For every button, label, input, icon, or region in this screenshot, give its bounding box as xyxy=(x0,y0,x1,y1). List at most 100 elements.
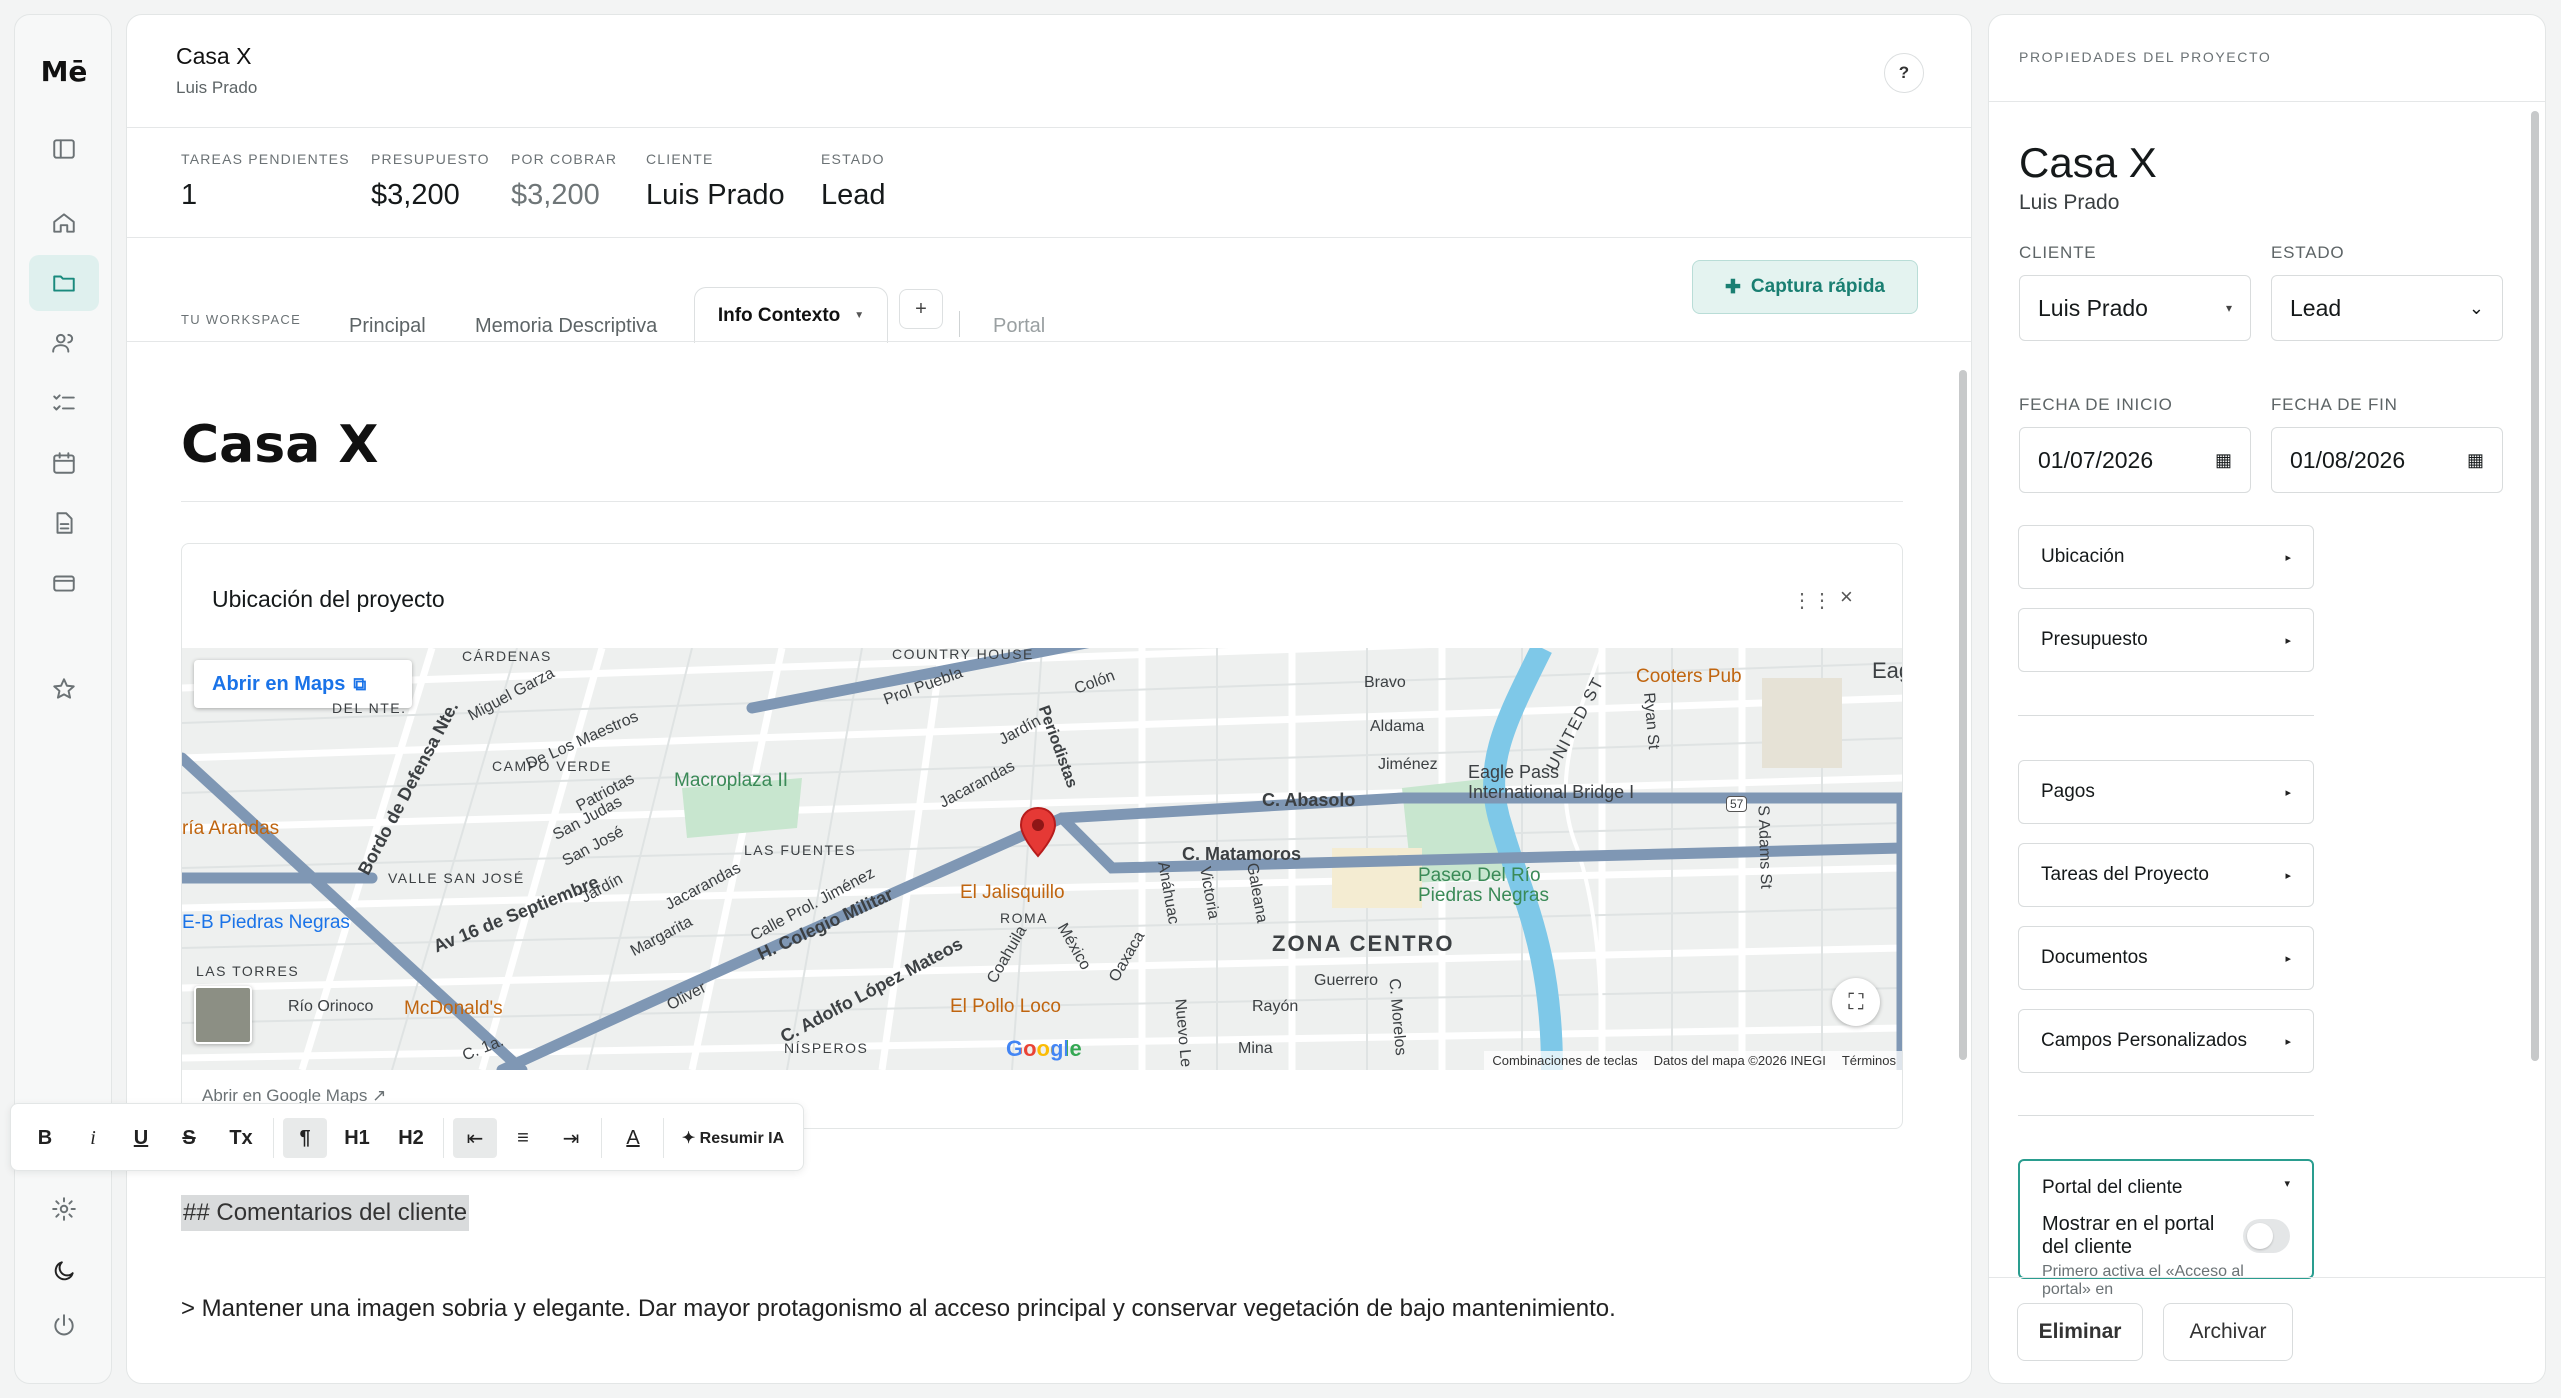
terms-link[interactable]: Términos xyxy=(1842,1053,1896,1068)
document-title[interactable]: Casa X xyxy=(181,415,379,475)
section-campos[interactable]: Campos Personalizados ▸ xyxy=(2018,1009,2314,1073)
tab-portal[interactable]: Portal xyxy=(993,315,1045,338)
card-title: Ubicación del proyecto xyxy=(212,586,445,612)
map-label: DEL NTE. xyxy=(332,700,407,716)
delete-button[interactable]: Eliminar xyxy=(2017,1303,2143,1361)
status-select[interactable]: Lead ⌄ xyxy=(2271,275,2503,341)
drag-handle-icon[interactable]: ⋮⋮ xyxy=(1792,588,1832,613)
text-color-button[interactable]: A xyxy=(611,1118,655,1158)
divider xyxy=(127,127,1971,128)
end-date-input[interactable]: 01/08/2026 ▦ xyxy=(2271,427,2503,493)
strikethrough-button[interactable]: S xyxy=(169,1118,209,1158)
google-logo: Google xyxy=(1006,1036,1082,1061)
help-button[interactable]: ? xyxy=(1884,53,1924,93)
section-pagos[interactable]: Pagos ▸ xyxy=(2018,760,2314,824)
map[interactable]: Abrir en Maps ⧉ CÁRDENAS DEL NTE. COUNTR… xyxy=(182,648,1902,1070)
location-pin-icon[interactable] xyxy=(1018,806,1058,858)
caret-down-icon: ▾ xyxy=(2225,301,2232,315)
scrollbar[interactable] xyxy=(2531,111,2539,1061)
calendar-icon[interactable] xyxy=(29,435,99,491)
project-title: Casa X xyxy=(176,43,252,69)
sidebar-toggle-icon[interactable] xyxy=(29,121,99,177)
calendar-icon[interactable]: ▦ xyxy=(2467,450,2484,471)
status-label: ESTADO xyxy=(2271,243,2345,262)
comment-heading[interactable]: ## Comentarios del cliente xyxy=(181,1195,470,1231)
tab-memoria-descriptiva[interactable]: Memoria Descriptiva xyxy=(475,315,657,338)
settings-icon[interactable] xyxy=(29,1181,99,1237)
map-label: NÍSPEROS xyxy=(784,1040,869,1056)
location-card: Ubicación del proyecto ⋮⋮ × Abrir en Map… xyxy=(181,543,1903,1129)
outdent-button[interactable]: ⇤ xyxy=(453,1118,497,1158)
document-icon[interactable] xyxy=(29,495,99,551)
map-label: Bravo xyxy=(1364,674,1406,691)
quick-capture-label: Captura rápida xyxy=(1750,276,1885,297)
calendar-icon[interactable]: ▦ xyxy=(2215,450,2232,471)
stat-receivable: POR COBRAR $3,200 xyxy=(511,151,618,211)
portal-toggle-label: Mostrar en el portal del cliente xyxy=(2042,1213,2215,1258)
icon-rail: Mē xyxy=(14,14,112,1384)
map-label: Rayón xyxy=(1252,998,1299,1015)
paragraph-button[interactable]: ¶ xyxy=(283,1118,327,1158)
client-select[interactable]: Luis Prado ▾ xyxy=(2019,275,2251,341)
section-tareas[interactable]: Tareas del Proyecto ▸ xyxy=(2018,843,2314,907)
map-label: Macroplaza II xyxy=(674,770,789,791)
map-label: Mina xyxy=(1238,1040,1273,1057)
caret-right-icon: ▸ xyxy=(2285,786,2291,799)
tab-label: Info Contexto xyxy=(717,304,841,326)
section-documentos[interactable]: Documentos ▸ xyxy=(2018,926,2314,990)
h2-button[interactable]: H2 xyxy=(387,1118,435,1158)
section-label: Portal del cliente xyxy=(2042,1177,2183,1198)
align-button[interactable]: ≡ xyxy=(501,1118,545,1158)
section-label: Campos Personalizados xyxy=(2041,1030,2247,1051)
tab-principal[interactable]: Principal xyxy=(349,315,426,338)
map-label: LAS TORRES xyxy=(196,963,300,979)
portal-toggle[interactable] xyxy=(2243,1219,2290,1253)
users-icon[interactable] xyxy=(29,315,99,371)
map-label: El Jalisquillo xyxy=(960,882,1065,903)
add-tab-button[interactable]: + xyxy=(899,289,943,329)
summarize-ai-button[interactable]: ✦ Resumir IA xyxy=(671,1118,795,1158)
indent-button[interactable]: ⇥ xyxy=(549,1118,593,1158)
section-ubicacion[interactable]: Ubicación ▸ xyxy=(2018,525,2314,589)
fullscreen-icon[interactable]: ⛶ xyxy=(1832,978,1880,1026)
divider xyxy=(181,501,1903,502)
home-icon[interactable] xyxy=(29,195,99,251)
moon-icon[interactable] xyxy=(29,1243,99,1299)
comment-text[interactable]: > Mantener una imagen sobria y elegante.… xyxy=(181,1295,1616,1323)
italic-button[interactable]: i xyxy=(73,1118,113,1158)
toolbar-separator xyxy=(601,1118,602,1158)
h1-button[interactable]: H1 xyxy=(335,1118,379,1158)
tasks-icon[interactable] xyxy=(29,375,99,431)
map-label: McDonald's xyxy=(404,998,503,1019)
archive-button[interactable]: Archivar xyxy=(2163,1303,2293,1361)
properties-panel: PROPIEDADES DEL PROYECTO Casa X Luis Pra… xyxy=(1988,14,2546,1384)
folder-icon[interactable] xyxy=(29,255,99,311)
bold-button[interactable]: B xyxy=(25,1118,65,1158)
map-label: S Adams St xyxy=(1754,804,1775,890)
close-icon[interactable]: × xyxy=(1840,584,1853,610)
satellite-toggle-icon[interactable] xyxy=(194,986,252,1044)
underline-button[interactable]: U xyxy=(121,1118,161,1158)
section-portal[interactable]: Portal del cliente ▾ Mostrar en el porta… xyxy=(2018,1159,2314,1298)
map-label: Guerrero xyxy=(1314,972,1379,989)
start-date-input[interactable]: 01/07/2026 ▦ xyxy=(2019,427,2251,493)
quick-capture-button[interactable]: ✚ Captura rápida xyxy=(1692,260,1918,314)
keyboard-shortcuts-link[interactable]: Combinaciones de teclas xyxy=(1492,1053,1637,1068)
tab-info-contexto[interactable]: Info Contexto ▼ xyxy=(694,287,888,343)
client-value: Luis Prado xyxy=(2038,294,2148,321)
caret-right-icon: ▸ xyxy=(2285,952,2291,965)
power-icon[interactable] xyxy=(29,1297,99,1353)
client-label: CLIENTE xyxy=(2019,243,2097,262)
scrollbar[interactable] xyxy=(1959,370,1967,1060)
card-icon[interactable] xyxy=(29,555,99,611)
caret-down-icon[interactable]: ▼ xyxy=(854,310,864,321)
clear-format-button[interactable]: Tx xyxy=(217,1118,265,1158)
map-label: C. Abasolo xyxy=(1262,790,1356,810)
end-date-value: 01/08/2026 xyxy=(2290,446,2406,473)
section-presupuesto[interactable]: Presupuesto ▸ xyxy=(2018,608,2314,672)
map-label: Jiménez xyxy=(1378,756,1438,773)
app-logo[interactable]: Mē xyxy=(15,55,113,88)
map-data-label: Datos del mapa ©2026 INEGI xyxy=(1653,1053,1826,1068)
star-icon[interactable] xyxy=(29,661,99,717)
stat-budget: PRESUPUESTO $3,200 xyxy=(371,151,490,211)
